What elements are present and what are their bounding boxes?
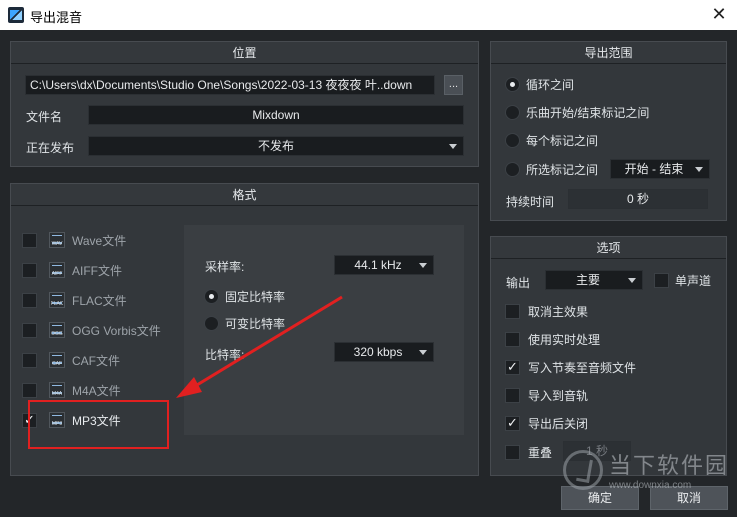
annotation-arrow [176, 295, 343, 398]
